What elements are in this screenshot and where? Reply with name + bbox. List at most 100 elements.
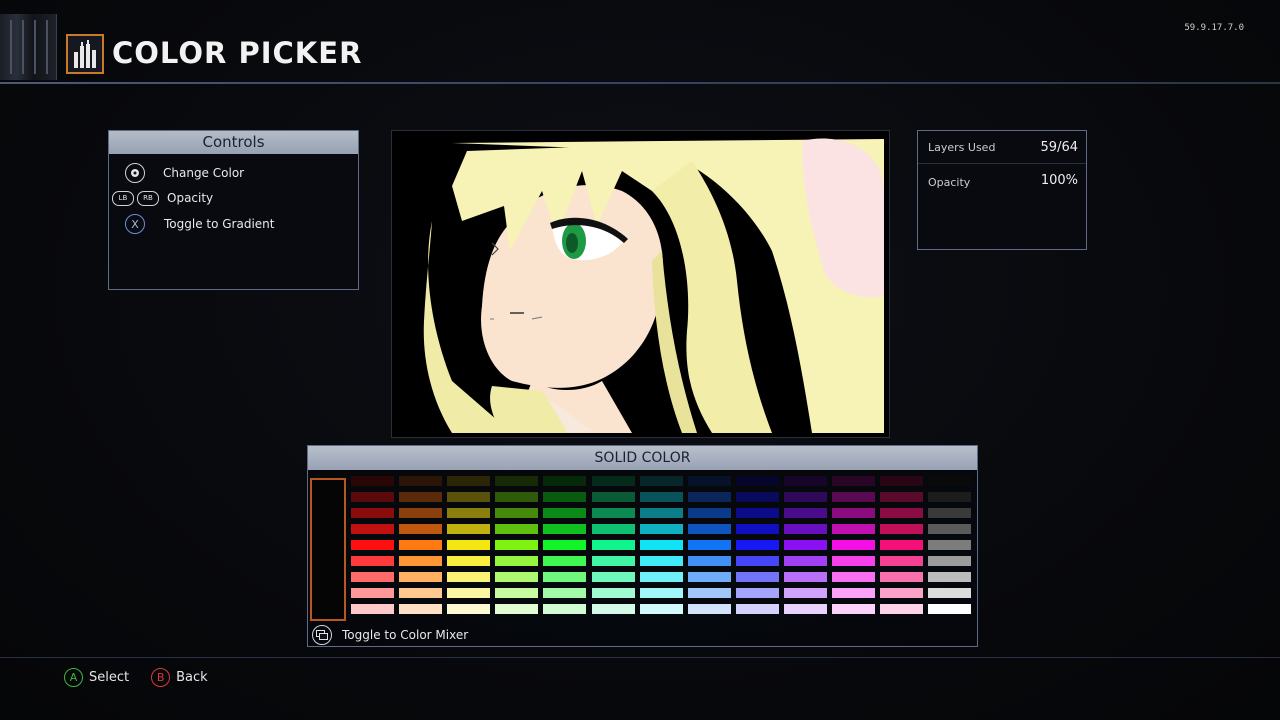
color-swatch[interactable]	[880, 572, 924, 582]
color-swatch[interactable]	[495, 540, 539, 550]
color-swatch[interactable]	[832, 476, 875, 486]
color-swatch[interactable]	[543, 572, 587, 582]
color-swatch[interactable]	[351, 572, 394, 582]
back-prompt[interactable]: Back	[176, 670, 208, 685]
color-swatch[interactable]	[399, 604, 443, 614]
color-swatch[interactable]	[735, 588, 779, 598]
color-swatch[interactable]	[639, 604, 683, 614]
color-swatch[interactable]	[447, 588, 491, 598]
color-swatch[interactable]	[735, 556, 779, 566]
color-swatch[interactable]	[543, 556, 587, 566]
color-swatch[interactable]	[591, 508, 635, 518]
color-swatch[interactable]	[543, 476, 587, 486]
color-swatch[interactable]	[832, 524, 875, 534]
color-swatch[interactable]	[735, 524, 779, 534]
color-swatch[interactable]	[687, 540, 731, 550]
color-swatch[interactable]	[832, 508, 875, 518]
color-swatch[interactable]	[351, 604, 394, 614]
color-swatch[interactable]	[447, 540, 491, 550]
color-swatch[interactable]	[639, 556, 683, 566]
color-swatch[interactable]	[928, 492, 972, 502]
color-swatch[interactable]	[447, 572, 491, 582]
color-swatch[interactable]	[783, 556, 827, 566]
color-swatch[interactable]	[783, 604, 827, 614]
color-swatch[interactable]	[880, 508, 924, 518]
color-swatch[interactable]	[447, 476, 491, 486]
color-swatch[interactable]	[351, 524, 394, 534]
color-swatch[interactable]	[687, 572, 731, 582]
color-swatch[interactable]	[591, 556, 635, 566]
color-swatch[interactable]	[639, 588, 683, 598]
color-swatch[interactable]	[543, 524, 587, 534]
color-swatch[interactable]	[399, 588, 443, 598]
color-swatch[interactable]	[832, 588, 875, 598]
color-swatch[interactable]	[735, 540, 779, 550]
color-swatch[interactable]	[928, 604, 972, 614]
color-swatch[interactable]	[687, 476, 731, 486]
color-swatch[interactable]	[928, 540, 972, 550]
color-swatch[interactable]	[399, 556, 443, 566]
color-swatch[interactable]	[495, 604, 539, 614]
color-swatch[interactable]	[832, 572, 875, 582]
color-swatch[interactable]	[495, 524, 539, 534]
color-swatch[interactable]	[639, 508, 683, 518]
color-swatch[interactable]	[447, 556, 491, 566]
color-swatch[interactable]	[880, 476, 924, 486]
color-swatch[interactable]	[639, 492, 683, 502]
color-swatch[interactable]	[495, 508, 539, 518]
color-swatch[interactable]	[687, 524, 731, 534]
color-swatch[interactable]	[783, 572, 827, 582]
color-swatch[interactable]	[399, 524, 443, 534]
color-swatch[interactable]	[735, 572, 779, 582]
color-swatch[interactable]	[783, 508, 827, 518]
color-swatch[interactable]	[495, 556, 539, 566]
color-swatch[interactable]	[687, 604, 731, 614]
color-swatch[interactable]	[543, 492, 587, 502]
select-prompt[interactable]: Select	[89, 670, 129, 685]
color-swatch[interactable]	[495, 476, 539, 486]
color-swatch[interactable]	[447, 524, 491, 534]
color-swatch[interactable]	[447, 492, 491, 502]
color-swatch[interactable]	[351, 540, 394, 550]
color-swatch[interactable]	[543, 540, 587, 550]
color-swatch[interactable]	[687, 588, 731, 598]
color-swatch[interactable]	[399, 572, 443, 582]
color-swatch[interactable]	[399, 492, 443, 502]
color-swatch[interactable]	[880, 524, 924, 534]
color-swatch[interactable]	[687, 492, 731, 502]
color-swatch[interactable]	[735, 476, 779, 486]
color-swatch[interactable]	[639, 540, 683, 550]
color-swatch[interactable]	[399, 540, 443, 550]
color-swatch[interactable]	[687, 556, 731, 566]
color-swatch[interactable]	[928, 556, 972, 566]
color-swatch[interactable]	[880, 540, 924, 550]
color-swatch[interactable]	[543, 588, 587, 598]
color-swatch[interactable]	[543, 604, 587, 614]
color-swatch[interactable]	[639, 476, 683, 486]
color-swatch[interactable]	[399, 476, 443, 486]
color-swatch[interactable]	[832, 604, 875, 614]
color-swatch[interactable]	[880, 588, 924, 598]
color-swatch[interactable]	[351, 476, 394, 486]
color-swatch[interactable]	[735, 604, 779, 614]
color-swatch[interactable]	[495, 588, 539, 598]
color-swatch[interactable]	[928, 476, 972, 486]
color-swatch[interactable]	[928, 524, 972, 534]
color-swatch[interactable]	[591, 604, 635, 614]
color-swatch[interactable]	[591, 476, 635, 486]
color-swatch[interactable]	[351, 588, 394, 598]
color-swatch[interactable]	[783, 476, 827, 486]
color-swatch[interactable]	[880, 492, 924, 502]
color-swatch[interactable]	[880, 604, 924, 614]
color-swatch[interactable]	[447, 604, 491, 614]
color-swatch[interactable]	[928, 572, 972, 582]
color-swatch[interactable]	[832, 556, 875, 566]
color-swatch[interactable]	[880, 556, 924, 566]
color-swatch[interactable]	[735, 492, 779, 502]
color-swatch[interactable]	[687, 508, 731, 518]
color-swatch[interactable]	[783, 588, 827, 598]
color-swatch[interactable]	[495, 572, 539, 582]
color-swatch[interactable]	[591, 540, 635, 550]
color-swatch[interactable]	[591, 524, 635, 534]
color-swatch[interactable]	[735, 508, 779, 518]
